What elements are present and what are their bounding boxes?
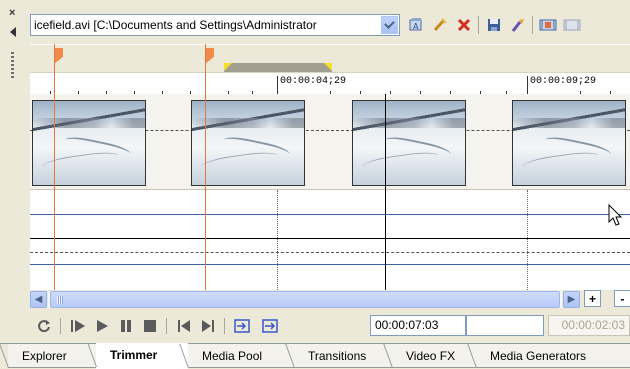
selection-length-display[interactable] bbox=[466, 315, 544, 336]
play-from-start-icon[interactable] bbox=[68, 316, 88, 336]
media-file-value: icefield.avi [C:\Documents and Settings\… bbox=[34, 18, 317, 32]
trimmer-timeline[interactable] bbox=[30, 44, 630, 290]
trimmer-toolbar: icefield.avi [C:\Documents and Settings\… bbox=[30, 12, 630, 38]
loop-region[interactable] bbox=[224, 63, 332, 72]
extra-icon[interactable] bbox=[562, 15, 582, 35]
stop-icon[interactable] bbox=[140, 316, 160, 336]
pause-icon[interactable] bbox=[116, 316, 136, 336]
zoom-out-button[interactable]: - bbox=[614, 290, 630, 307]
tab-transitions[interactable]: Transitions bbox=[294, 344, 392, 368]
tab-video-fx[interactable]: Video FX bbox=[392, 344, 476, 368]
scroll-right-button[interactable]: ▶ bbox=[563, 290, 580, 308]
scrollbar-thumb[interactable] bbox=[50, 290, 560, 308]
collapse-panel-icon[interactable] bbox=[10, 27, 16, 37]
save-icon[interactable] bbox=[484, 15, 504, 35]
playhead-cursor[interactable] bbox=[385, 94, 386, 290]
scrollbar-track[interactable] bbox=[48, 290, 562, 308]
audio-track[interactable] bbox=[30, 190, 630, 290]
go-to-end-icon[interactable] bbox=[198, 316, 218, 336]
drag-handle[interactable] bbox=[11, 52, 14, 80]
svg-text:A: A bbox=[413, 22, 419, 31]
transport-bar: 00:00:07:03 00:00:02:03 bbox=[30, 312, 630, 340]
video-thumbnail bbox=[191, 100, 305, 186]
time-ruler[interactable]: 00:00:04;29 00:00:09;29 bbox=[30, 72, 630, 94]
marker-bar[interactable] bbox=[30, 44, 630, 72]
loop-start-handle[interactable] bbox=[224, 63, 232, 71]
close-icon[interactable] bbox=[454, 15, 474, 35]
media-file-dropdown[interactable]: icefield.avi [C:\Documents and Settings\… bbox=[30, 14, 400, 36]
scroll-left-button[interactable]: ◀ bbox=[30, 290, 47, 308]
current-time-display[interactable]: 00:00:07:03 bbox=[370, 315, 466, 336]
ruler-label: 00:00:09;29 bbox=[530, 76, 597, 87]
go-to-start-icon[interactable] bbox=[174, 316, 194, 336]
toolbar-separator bbox=[532, 16, 533, 34]
add-to-timeline-icon[interactable] bbox=[538, 15, 558, 35]
video-thumbnail bbox=[352, 100, 466, 186]
ruler-guide-line bbox=[277, 190, 278, 290]
video-thumbnail bbox=[32, 100, 146, 186]
out-point-marker[interactable] bbox=[205, 48, 215, 70]
wand-icon[interactable] bbox=[430, 15, 450, 35]
video-thumbnail bbox=[512, 100, 626, 186]
mouse-pointer-icon bbox=[608, 204, 623, 226]
out-point-line bbox=[205, 44, 206, 290]
tab-explorer[interactable]: Explorer bbox=[8, 344, 102, 368]
marker-flag-icon bbox=[205, 48, 214, 64]
ruler-label: 00:00:04;29 bbox=[280, 76, 347, 87]
loop-playback-icon[interactable] bbox=[34, 316, 54, 336]
window-tab-strip: Explorer Trimmer Media Pool Transitions … bbox=[0, 343, 630, 369]
ruler-guide-line bbox=[527, 190, 528, 290]
loop-end-handle[interactable] bbox=[324, 63, 332, 71]
marker-flag-icon bbox=[54, 48, 63, 64]
open-media-icon[interactable]: A bbox=[406, 15, 426, 35]
play-icon[interactable] bbox=[92, 316, 112, 336]
duration-display: 00:00:02:03 bbox=[548, 315, 630, 336]
in-point-marker[interactable] bbox=[54, 48, 64, 70]
tab-media-generators[interactable]: Media Generators bbox=[476, 344, 630, 368]
timeline-scrollbar[interactable]: ◀ ▶ + - bbox=[30, 290, 630, 308]
in-point-line bbox=[54, 44, 55, 290]
insert-to-timeline-icon[interactable] bbox=[232, 316, 252, 336]
overwrite-to-timeline-icon[interactable] bbox=[260, 316, 280, 336]
tab-media-pool[interactable]: Media Pool bbox=[188, 344, 294, 368]
docking-strip: × bbox=[0, 0, 24, 340]
chevron-down-icon[interactable] bbox=[381, 16, 398, 34]
close-panel-icon[interactable]: × bbox=[9, 8, 15, 19]
zoom-in-button[interactable]: + bbox=[584, 290, 601, 307]
markers-icon[interactable] bbox=[508, 15, 528, 35]
video-track[interactable] bbox=[30, 94, 630, 190]
tab-trimmer[interactable]: Trimmer bbox=[96, 343, 188, 369]
toolbar-separator bbox=[478, 16, 479, 34]
